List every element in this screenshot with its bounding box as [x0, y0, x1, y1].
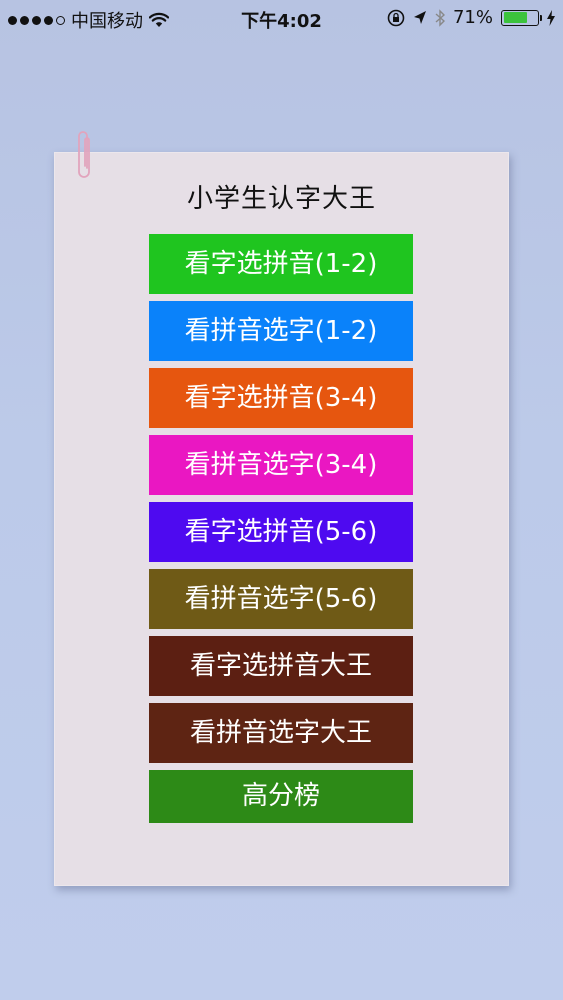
pinyin-to-char-1-2-button[interactable]: 看拼音选字(1-2)	[149, 301, 413, 361]
char-to-pinyin-1-2-button[interactable]: 看字选拼音(1-2)	[149, 234, 413, 294]
char-to-pinyin-3-4-button[interactable]: 看字选拼音(3-4)	[149, 368, 413, 428]
high-score-button[interactable]: 高分榜	[149, 770, 413, 823]
pinyin-to-char-3-4-button[interactable]: 看拼音选字(3-4)	[149, 435, 413, 495]
paper-clip-icon	[78, 131, 90, 178]
app-title: 小学生认字大王	[186, 184, 376, 214]
pinyin-to-char-5-6-button[interactable]: 看拼音选字(5-6)	[149, 569, 413, 629]
rotation-lock-icon	[387, 9, 405, 26]
battery-level-fill	[503, 12, 527, 23]
charging-icon	[547, 9, 555, 26]
battery-icon	[501, 9, 542, 26]
status-bar: 中国移动 下午4:02 71%	[0, 0, 563, 36]
pinyin-to-char-master-button[interactable]: 看拼音选字大王	[149, 703, 413, 763]
status-right: 71%	[387, 7, 555, 28]
location-icon	[413, 10, 426, 24]
char-to-pinyin-5-6-button[interactable]: 看字选拼音(5-6)	[149, 502, 413, 562]
battery-percent: 71%	[452, 7, 493, 28]
char-to-pinyin-master-button[interactable]: 看字选拼音大王	[149, 636, 413, 696]
bluetooth-icon	[435, 8, 445, 27]
main-menu: 看字选拼音(1-2) 看拼音选字(1-2) 看字选拼音(3-4) 看拼音选字(3-4)…	[149, 234, 413, 823]
